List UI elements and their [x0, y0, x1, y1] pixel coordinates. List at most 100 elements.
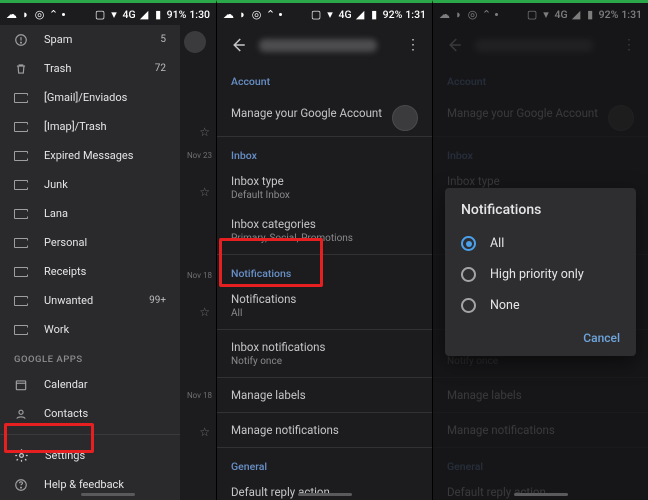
back-icon[interactable]: [229, 36, 247, 54]
drawer-item-enviados[interactable]: [Gmail]/Enviados: [0, 83, 180, 112]
settings-content: Account Manage your Google Account Inbox…: [217, 65, 432, 500]
radio-label: All: [490, 236, 504, 251]
moon-icon: ◗: [237, 9, 248, 20]
drawer-item-contacts[interactable]: Contacts: [0, 399, 180, 428]
row-notifications[interactable]: Notifications All: [217, 284, 432, 327]
label-icon: [14, 238, 28, 248]
badge-icon: ⌃: [48, 9, 59, 20]
label-icon: [14, 180, 28, 190]
cloud-icon: ☁: [6, 9, 17, 20]
wifi-icon: ▾: [109, 9, 120, 20]
nav-handle[interactable]: [298, 493, 352, 496]
drawer-item-expired[interactable]: Expired Messages: [0, 141, 180, 170]
network-label: 4G: [339, 8, 352, 21]
label-icon: [14, 296, 28, 306]
radio-icon: [461, 267, 476, 282]
radio-all[interactable]: All: [461, 228, 620, 259]
radio-label: High priority only: [490, 267, 584, 282]
section-account: Account: [217, 65, 432, 92]
drawer-item-label: Help & feedback: [44, 478, 166, 491]
label-icon: [14, 325, 28, 335]
drawer-item-label: Lana: [44, 207, 166, 220]
row-inbox-notifications[interactable]: Inbox notifications Notify once: [217, 332, 432, 375]
drawer-item-label: Receipts: [44, 265, 166, 278]
row-inbox-type[interactable]: Inbox type Default Inbox: [217, 166, 432, 209]
label-icon: [14, 267, 28, 277]
row-manage-notifications[interactable]: Manage notifications: [217, 415, 432, 445]
drawer-item-imap-trash[interactable]: [Imap]/Trash: [0, 112, 180, 141]
badge-icon: ⌃: [265, 9, 276, 20]
drawer-item-work[interactable]: Work: [0, 315, 180, 344]
cast-icon: ▢: [95, 9, 106, 20]
battery-pct: 91%: [167, 8, 187, 21]
phone-settings: ☁ ◗ ◎ ⌃ ▢ ▾ 4G ◢ ▮ 92% 1:31 ⋮ Account Ma…: [216, 0, 432, 500]
radio-label: None: [490, 298, 520, 313]
cancel-button[interactable]: Cancel: [583, 331, 620, 345]
row-manage-labels[interactable]: Manage labels: [217, 380, 432, 410]
phone-drawer: ☁ ◗ ◎ ⌃ ▢ ▾ 4G ◢ ▮ 91% 1:30 ☆ Nov 23☆ No…: [0, 0, 216, 500]
target-icon: ◎: [34, 9, 45, 20]
overflow-icon[interactable]: ⋮: [406, 37, 420, 53]
drawer-item-label: Settings: [45, 449, 166, 462]
nav-handle[interactable]: [514, 493, 568, 496]
drawer-item-junk[interactable]: Junk: [0, 170, 180, 199]
signal-icon: ◢: [139, 9, 150, 20]
email-list-backdrop: ☆ Nov 23☆ Nov 18☆ Nov 18☆: [180, 25, 216, 500]
drawer-item-label: Calendar: [44, 378, 166, 391]
drawer-item-unwanted[interactable]: Unwanted 99+: [0, 286, 180, 315]
row-default-reply[interactable]: Default reply action Reply: [217, 477, 432, 500]
gear-icon: [14, 448, 29, 463]
status-bar: ☁ ◗ ◎ ⌃ ▢ ▾ 4G ◢ ▮ 91% 1:30: [0, 3, 216, 25]
drawer-item-count: 99+: [149, 295, 166, 306]
battery-icon: ▮: [369, 9, 380, 20]
label-icon: [14, 151, 28, 161]
drawer-item-label: Work: [44, 323, 166, 336]
label-icon: [14, 209, 28, 219]
drawer-item-spam[interactable]: Spam 5: [0, 25, 180, 54]
drawer-item-label: Trash: [44, 62, 139, 75]
drawer-item-count: 5: [160, 34, 166, 45]
drawer-item-lana[interactable]: Lana: [0, 199, 180, 228]
drawer-item-trash[interactable]: Trash 72: [0, 54, 180, 83]
section-notifications: Notifications: [217, 257, 432, 284]
nav-drawer: Spam 5 Trash 72 [Gmail]/Enviados [Imap]/…: [0, 25, 180, 500]
app-bar: ⋮: [217, 25, 432, 65]
drawer-item-label: Spam: [44, 33, 144, 46]
notifications-dialog: Notifications All High priority only Non…: [445, 188, 636, 356]
avatar-icon: [392, 105, 418, 131]
radio-high-priority[interactable]: High priority only: [461, 259, 620, 290]
radio-none[interactable]: None: [461, 290, 620, 321]
more-dot-icon: [279, 13, 282, 16]
nav-handle[interactable]: [81, 493, 135, 496]
drawer-item-settings[interactable]: Settings: [0, 441, 180, 470]
drawer-item-receipts[interactable]: Receipts: [0, 257, 180, 286]
row-inbox-categories[interactable]: Inbox categories Primary, Social, Promot…: [217, 209, 432, 252]
clock: 1:30: [189, 8, 210, 21]
drawer-item-label: Contacts: [44, 407, 166, 420]
battery-icon: ▮: [153, 9, 164, 20]
radio-icon: [461, 298, 476, 313]
drawer-item-label: Personal: [44, 236, 166, 249]
drawer-item-personal[interactable]: Personal: [0, 228, 180, 257]
drawer-item-label: [Imap]/Trash: [44, 120, 166, 133]
status-bar: ☁ ◗ ◎ ⌃ ▢ ▾ 4G ◢ ▮ 92% 1:31: [217, 3, 432, 25]
cast-icon: ▢: [311, 9, 322, 20]
drawer-item-count: 72: [155, 63, 166, 74]
signal-icon: ◢: [355, 9, 366, 20]
more-dot-icon: [62, 13, 65, 16]
drawer-item-calendar[interactable]: Calendar: [0, 370, 180, 399]
trash-icon: [14, 62, 28, 76]
section-inbox: Inbox: [217, 139, 432, 166]
row-manage-account[interactable]: Manage your Google Account: [217, 92, 432, 134]
dialog-title: Notifications: [461, 202, 620, 218]
cloud-icon: ☁: [223, 9, 234, 20]
help-icon: [14, 478, 28, 492]
drawer-item-label: Junk: [44, 178, 166, 191]
target-icon: ◎: [251, 9, 262, 20]
network-label: 4G: [123, 8, 136, 21]
moon-icon: ◗: [20, 9, 31, 20]
account-email-blurred: [259, 39, 377, 52]
wifi-icon: ▾: [325, 9, 336, 20]
radio-icon: [461, 236, 476, 251]
drawer-item-label: Expired Messages: [44, 149, 166, 162]
